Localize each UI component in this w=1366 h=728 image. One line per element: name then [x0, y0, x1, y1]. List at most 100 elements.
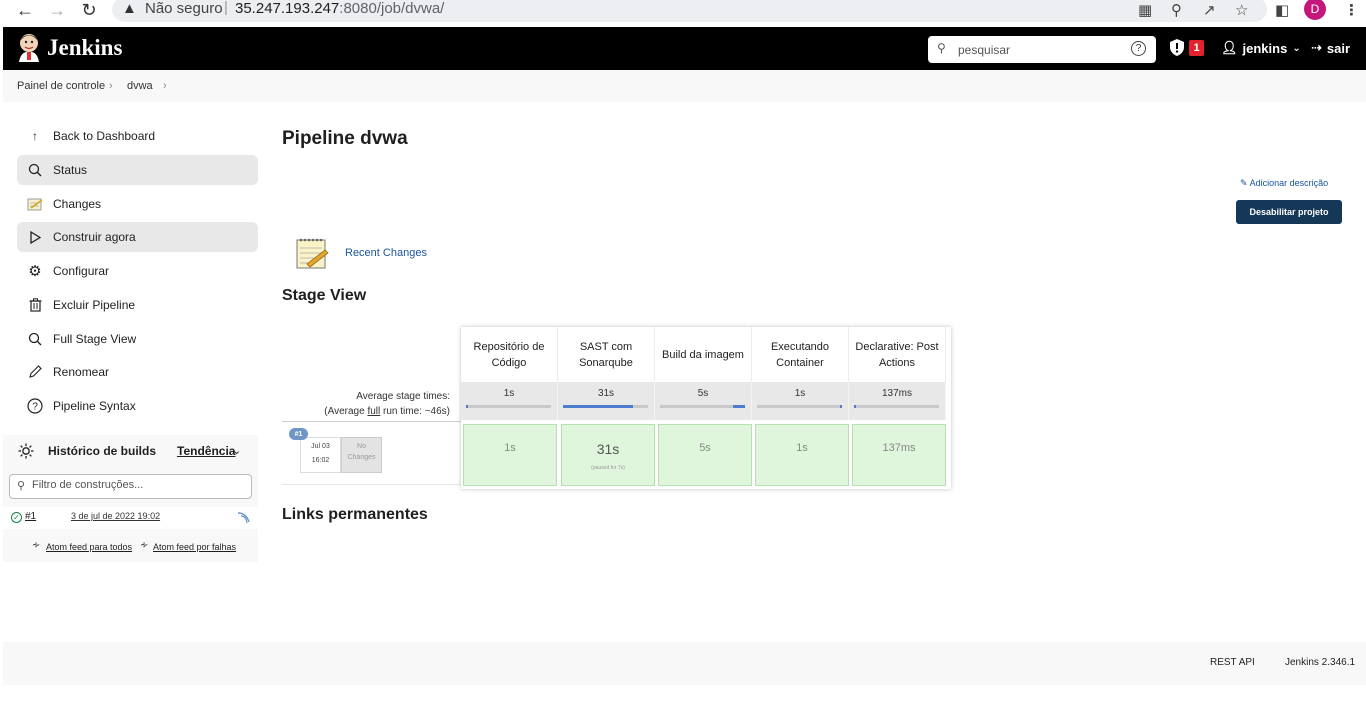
sidepanel-icon[interactable]: ◧ [1275, 1, 1289, 19]
search-help-icon[interactable]: ? [1131, 41, 1146, 56]
share-icon[interactable]: ↗ [1203, 1, 1216, 19]
stage-cell-success[interactable]: 137ms [852, 424, 946, 486]
user-name: jenkins [1242, 40, 1288, 56]
trend-link[interactable]: Tendência [177, 444, 235, 458]
browser-toolbar: ← → ↻ ▲ Não seguro | 35.247.193.247:8080… [0, 0, 1366, 27]
trash-icon [27, 297, 43, 313]
logout-link[interactable]: ⇢ sair [1311, 40, 1350, 56]
jenkins-logo-icon[interactable] [15, 32, 43, 62]
forward-arrow-icon[interactable]: → [47, 0, 67, 20]
atom-feed-failures-link[interactable]: Atom feed por falhas [153, 542, 236, 552]
sidebar-item-rename[interactable]: Renomear [17, 357, 258, 387]
svg-text:?: ? [32, 402, 38, 413]
add-description-link[interactable]: ✎ Adicionar descrição [1240, 178, 1328, 189]
security-label[interactable]: Não seguro [145, 0, 223, 17]
alert-count-badge[interactable]: 1 [1189, 40, 1204, 56]
sidebar-item-pipeline-syntax[interactable]: ? Pipeline Syntax [17, 391, 258, 421]
build-number-link[interactable]: #1 [25, 511, 36, 522]
stage-average: 31s [558, 382, 655, 420]
security-shield-icon[interactable] [1170, 39, 1184, 56]
rss-icon: ∻ [32, 540, 41, 551]
chevron-down-icon: ⌄ [1292, 42, 1301, 54]
stage-cell-success[interactable]: 31s (paused for 7s) [561, 424, 655, 486]
notepad-icon [27, 196, 43, 212]
translate-icon[interactable]: ▦ [1138, 1, 1152, 19]
build-row[interactable]: ✓ #1 3 de jul de 2022 19:02 [3, 507, 258, 529]
stage-average: 1s [752, 382, 849, 420]
user-icon: 👤︎ [1221, 40, 1238, 55]
breadcrumb-chevron-icon[interactable]: › [163, 80, 167, 92]
sidebar-item-status[interactable]: Status [17, 155, 258, 185]
run-row-bottom-divider [282, 484, 462, 485]
stage-average-bar [660, 405, 745, 408]
average-stage-times-label: Average stage times: (Average full run t… [324, 391, 450, 417]
stage-header: Repositório de Código [461, 327, 558, 382]
warning-icon: ▲ [122, 0, 137, 17]
sidebar-item-changes[interactable]: Changes [17, 189, 258, 219]
stage-average: 137ms [849, 382, 946, 420]
url-text[interactable]: 35.247.193.247:8080/job/dvwa/ [235, 0, 444, 17]
run-number-badge[interactable]: #1 [289, 428, 308, 440]
build-history-title: Histórico de builds [48, 444, 157, 458]
search-icon [27, 331, 43, 347]
build-history-panel: Histórico de builds Tendência ⌄ ⚲ ✓ #1 3… [3, 435, 258, 562]
stage-header: Declarative: Post Actions [849, 327, 946, 382]
help-icon: ? [27, 398, 43, 414]
menu-kebab-icon[interactable]: ⋮ [1344, 1, 1359, 19]
build-history-icon [18, 443, 34, 464]
pencil-icon: ✎ [1240, 178, 1248, 188]
build-filter[interactable]: ⚲ [9, 474, 252, 499]
logout-label: sair [1326, 40, 1351, 56]
jenkins-version-link[interactable]: Jenkins 2.346.1 [1285, 657, 1355, 668]
stage-average-bar [563, 405, 648, 408]
bookmark-star-icon[interactable]: ☆ [1235, 1, 1248, 19]
stage-view-table: Repositório de Código SAST com Sonarqube… [461, 327, 951, 489]
address-separator: | [224, 0, 228, 16]
back-arrow-icon[interactable]: ← [15, 0, 35, 20]
success-check-icon: ✓ [11, 512, 22, 523]
notepad-icon [296, 238, 329, 269]
run-date[interactable]: Jul 03 16:02 [300, 437, 341, 473]
sidebar-item-delete-pipeline[interactable]: Excluir Pipeline [17, 290, 258, 320]
search-icon [27, 162, 43, 178]
atom-feed-all-link[interactable]: Atom feed para todos [46, 542, 132, 552]
permalinks-title: Links permanentes [282, 506, 428, 523]
sidebar-item-configure[interactable]: ⚙ Configurar [17, 256, 258, 286]
stage-header: Build da imagem [655, 327, 752, 382]
stage-average-bar [466, 405, 551, 408]
brand-title[interactable]: Jenkins [47, 35, 122, 61]
user-menu[interactable]: 👤︎ jenkins ⌄ [1221, 40, 1301, 56]
search-box[interactable]: ⚲ ? [928, 36, 1156, 63]
stage-header: Executando Container [752, 327, 849, 382]
full-run-link[interactable]: full [367, 406, 380, 417]
sidebar-item-full-stage-view[interactable]: Full Stage View [17, 324, 258, 354]
recent-changes-link[interactable]: Recent Changes [345, 247, 427, 259]
sidebar-item-back-to-dashboard[interactable]: ↑ Back to Dashboard [17, 121, 258, 151]
chevron-down-icon[interactable]: ⌄ [232, 444, 241, 457]
reload-icon[interactable]: ↻ [79, 0, 99, 20]
zoom-icon[interactable]: ⚲ [1171, 1, 1182, 19]
rest-api-link[interactable]: REST API [1210, 657, 1255, 668]
breadcrumb-dashboard[interactable]: Painel de controle [17, 80, 105, 92]
stage-average: 5s [655, 382, 752, 420]
address-bar[interactable]: ▲ Não seguro | 35.247.193.247:8080/job/d… [112, 0, 1267, 22]
breadcrumb-job[interactable]: dvwa [127, 80, 153, 92]
stage-cell-success[interactable]: 1s [755, 424, 849, 486]
pencil-icon [27, 364, 43, 380]
play-icon [27, 229, 43, 245]
search-input[interactable] [958, 40, 1123, 59]
build-filter-input[interactable] [32, 479, 242, 491]
gear-icon: ⚙ [28, 263, 42, 280]
disable-project-button[interactable]: Desabilitar projeto [1236, 200, 1342, 224]
profile-avatar[interactable]: D [1304, 0, 1326, 20]
rss-icon: ∻ [140, 540, 149, 551]
build-console-icon[interactable] [237, 511, 251, 530]
stage-view-title: Stage View [282, 287, 367, 304]
build-date-link[interactable]: 3 de jul de 2022 19:02 [71, 511, 160, 521]
stage-cell-success[interactable]: 5s [658, 424, 752, 486]
stage-average-bar [757, 405, 842, 408]
stage-cell-success[interactable]: 1s [463, 424, 557, 486]
run-changes: No Changes [341, 437, 382, 473]
sidebar-item-build-now[interactable]: Construir agora [17, 222, 258, 252]
jenkins-header: Jenkins ⚲ ? 1 👤︎ jenkins ⌄ ⇢ sair [3, 27, 1366, 70]
